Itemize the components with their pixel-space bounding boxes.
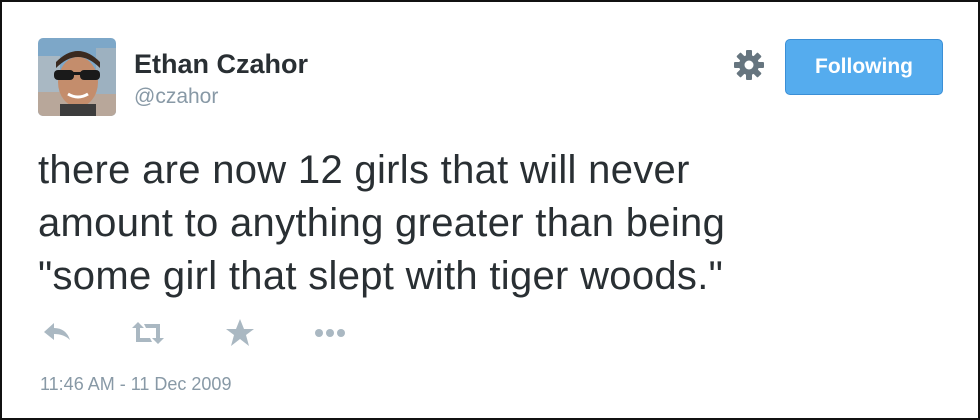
screen-name[interactable]: @czahor [134, 84, 218, 110]
gear-icon[interactable] [732, 48, 766, 82]
following-button[interactable]: Following [785, 39, 943, 95]
star-icon[interactable] [223, 316, 257, 350]
timestamp[interactable]: 11:46 AM - 11 Dec 2009 [40, 373, 231, 395]
tweet-text-line: there are now 12 girls that will never [38, 148, 690, 192]
avatar-image [38, 38, 116, 116]
display-name[interactable]: Ethan Czahor [134, 48, 308, 80]
tweet-text-line: "some girl that slept with tiger woods." [38, 254, 724, 298]
tweet-text-line: amount to anything greater than being [38, 201, 726, 245]
avatar[interactable] [38, 38, 116, 116]
tweet-text: there are now 12 girls that will never a… [38, 144, 918, 303]
retweet-icon[interactable] [130, 316, 164, 350]
tweet-card: Ethan Czahor @czahor Following there are… [0, 0, 980, 420]
ellipsis-icon[interactable] [312, 316, 346, 350]
reply-icon[interactable] [40, 316, 74, 350]
